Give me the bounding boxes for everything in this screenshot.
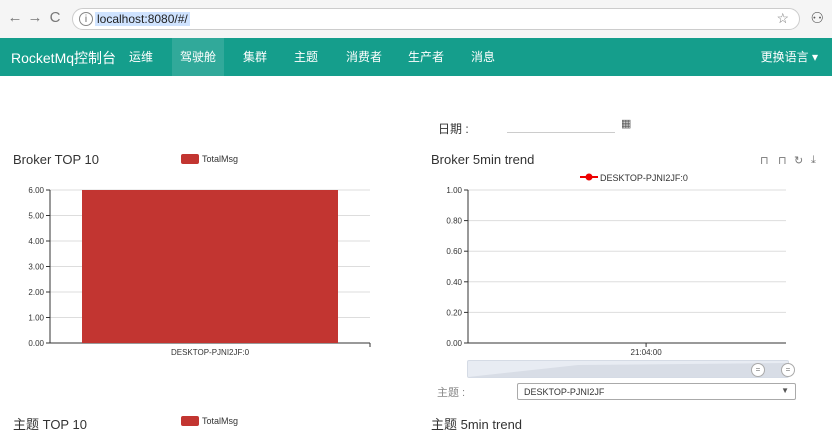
y-tick-label: 0.40	[446, 278, 462, 287]
y-tick-label: 3.00	[28, 263, 44, 272]
zoom-reset-icon[interactable]: ⊓	[778, 154, 787, 167]
nav-item-dashboard[interactable]: 驾驶舱	[172, 38, 225, 76]
address-bar[interactable]: i localhost:8080/#/ ☆	[72, 8, 800, 30]
forward-arrow-icon[interactable]: →	[26, 9, 44, 27]
date-input[interactable]	[507, 118, 615, 133]
broker-top10-legend-label[interactable]: TotalMsg	[202, 154, 238, 164]
date-label: 日期 :	[438, 122, 469, 136]
y-tick-label: 0.60	[446, 247, 462, 256]
y-tick-label: 0.00	[446, 339, 462, 348]
datazoom-left-handle[interactable]: =	[751, 363, 765, 377]
datazoom-right-handle[interactable]: =	[781, 363, 795, 377]
nav-item-cluster[interactable]: 集群	[235, 38, 275, 76]
back-arrow-icon[interactable]: ←	[6, 9, 24, 27]
refresh-icon[interactable]: ↻	[794, 154, 803, 167]
reload-icon[interactable]: C	[46, 9, 64, 27]
y-tick-label: 0.00	[28, 339, 44, 348]
y-tick-label: 1.00	[446, 186, 462, 195]
x-tick-label: DESKTOP-PJNI2JF:0	[171, 348, 250, 357]
x-tick-label: 21:04:00	[631, 348, 663, 357]
topic-trend-title: 主题 5min trend	[431, 417, 523, 432]
broker-top10-title: Broker TOP 10	[13, 152, 99, 167]
info-icon[interactable]: i	[79, 12, 93, 26]
topic-top10-legend-swatch[interactable]	[181, 416, 199, 426]
zoom-icon[interactable]: ⊓	[760, 154, 769, 167]
chevron-down-icon: ▼	[781, 386, 789, 395]
profile-icon[interactable]: ⚇	[811, 9, 824, 27]
nav-item-consumer[interactable]: 消费者	[338, 38, 390, 76]
topic-top10-title: 主题 TOP 10	[13, 417, 87, 432]
url-text[interactable]: localhost:8080/#/	[95, 12, 190, 26]
y-tick-label: 1.00	[28, 314, 44, 323]
brand-title[interactable]: RocketMq控制台	[11, 48, 116, 68]
y-tick-label: 0.80	[446, 217, 462, 226]
y-tick-label: 4.00	[28, 237, 44, 246]
calendar-icon[interactable]: ▦	[621, 117, 631, 130]
topic-select[interactable]: DESKTOP-PJNI2JF ▼	[517, 383, 796, 400]
download-icon[interactable]: ⤓	[811, 154, 816, 167]
broker-top10-chart: 6.00 5.00 4.00 3.00 2.00 1.00 0.00 DESKTOP-PJNI…	[28, 186, 371, 357]
y-tick-label: 2.00	[28, 288, 44, 297]
broker-trend-title: Broker 5min trend	[431, 152, 535, 167]
bookmark-star-icon[interactable]: ☆	[776, 10, 789, 27]
language-switch[interactable]: 更换语言 ▾	[761, 38, 818, 76]
broker-trend-chart: 1.00 0.80 0.60 0.40 0.20 0.00 21:04:00	[446, 186, 786, 357]
y-tick-label: 5.00	[28, 212, 44, 221]
topic-select-label: 主题 :	[437, 387, 466, 399]
top-navbar: RocketMq控制台 运维 驾驶舱 集群 主题 消费者 生产者 消息 更换语言…	[0, 38, 832, 76]
y-tick-label: 0.20	[446, 308, 462, 317]
browser-toolbar: ← → C i localhost:8080/#/ ☆ ⚇	[0, 0, 832, 39]
bar	[82, 190, 338, 343]
nav-item-producer[interactable]: 生产者	[400, 38, 452, 76]
topic-top10-legend-label[interactable]: TotalMsg	[202, 416, 238, 426]
nav-item-ops[interactable]: 运维	[121, 38, 161, 76]
datazoom-area	[468, 363, 788, 377]
nav-item-topic[interactable]: 主题	[286, 38, 326, 76]
y-tick-label: 6.00	[28, 186, 44, 195]
topic-select-value: DESKTOP-PJNI2JF	[524, 387, 605, 397]
broker-top10-legend-swatch[interactable]	[181, 154, 199, 164]
nav-item-message[interactable]: 消息	[463, 38, 503, 76]
